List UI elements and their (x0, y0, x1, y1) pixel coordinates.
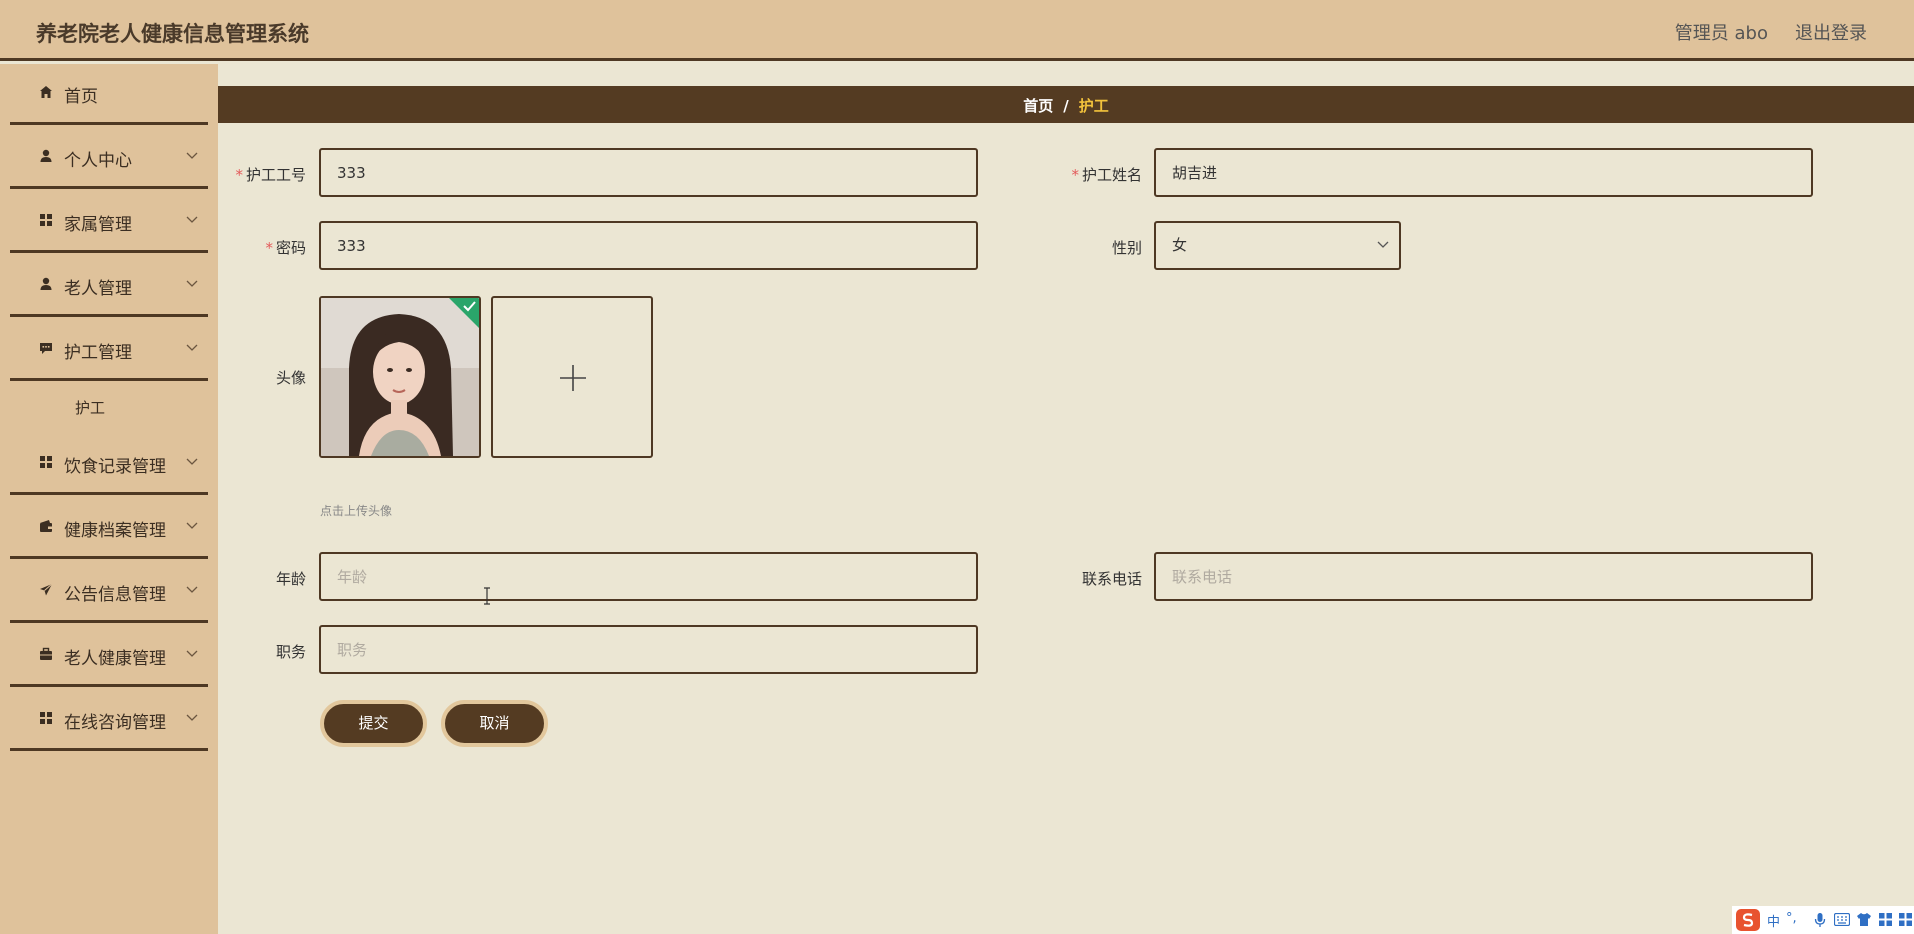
chevron-down-icon (1377, 241, 1389, 248)
sidebar: 首页 个人中心 家属管理 老人管理 护工管理 护工 饮食记录管理 健康档案管理 … (0, 64, 218, 934)
sidebar-item-health-records[interactable]: 健康档案管理 (10, 498, 208, 559)
sidebar-item-label: 老人管理 (64, 279, 132, 299)
chat-icon (40, 343, 52, 354)
avatar-thumbnail[interactable] (319, 296, 481, 458)
grid-icon (40, 456, 52, 468)
worker-name-label: * 护工姓名 (1071, 166, 1142, 184)
sidebar-item-label: 护工管理 (64, 343, 132, 363)
sidebar-item-diet-records[interactable]: 饮食记录管理 (10, 434, 208, 495)
gender-selected-value: 女 (1172, 236, 1188, 254)
avatar-upload-button[interactable] (491, 296, 653, 458)
send-icon (40, 583, 53, 596)
logout-link[interactable]: 退出登录 (1795, 19, 1867, 45)
ime-punctuation[interactable]: °, (1786, 911, 1797, 926)
required-mark: * (235, 166, 243, 184)
worker-no-label: * 护工工号 (235, 166, 306, 184)
plus-icon (560, 365, 586, 391)
gender-select[interactable]: 女 (1154, 221, 1401, 270)
worker-name-input[interactable] (1154, 148, 1813, 197)
sidebar-item-label: 老人健康管理 (64, 649, 166, 669)
required-mark: * (265, 239, 273, 257)
chevron-down-icon (186, 586, 198, 593)
chevron-down-icon (186, 280, 198, 287)
briefcase-icon (40, 647, 52, 660)
grid-icon (40, 712, 52, 724)
chevron-down-icon (186, 522, 198, 529)
keyboard-icon[interactable] (1834, 913, 1850, 926)
ime-language[interactable]: 中 (1767, 911, 1780, 930)
position-label: 职务 (275, 643, 306, 661)
grid-icon (40, 214, 52, 226)
chevron-down-icon (186, 344, 198, 351)
sidebar-item-elderly[interactable]: 老人管理 (10, 256, 208, 317)
breadcrumb: 首页 / 护工 (218, 86, 1914, 123)
sidebar-item-family[interactable]: 家属管理 (10, 192, 208, 253)
current-user-label: 管理员 abo (1674, 23, 1768, 44)
breadcrumb-separator: / (1063, 97, 1069, 115)
sidebar-item-personal-center[interactable]: 个人中心 (10, 128, 208, 189)
position-input[interactable] (319, 625, 978, 674)
sidebar-item-online-consult[interactable]: 在线咨询管理 (10, 690, 208, 751)
sidebar-item-home[interactable]: 首页 (10, 64, 208, 125)
avatar-upload-hint: 点击上传头像 (320, 504, 393, 518)
sidebar-item-label: 公告信息管理 (64, 585, 166, 605)
submit-button[interactable]: 提交 (320, 700, 427, 747)
avatar-label: 头像 (275, 369, 306, 387)
toolbox-grid-icon[interactable] (1878, 912, 1893, 927)
app-title: 养老院老人健康信息管理系统 (36, 22, 309, 46)
sidebar-item-label: 首页 (64, 87, 98, 107)
breadcrumb-home[interactable]: 首页 (1023, 97, 1053, 115)
skin-shirt-icon[interactable] (1856, 912, 1872, 927)
gender-label: 性别 (1111, 239, 1142, 257)
age-label: 年龄 (275, 570, 306, 588)
windows-icon[interactable] (1898, 912, 1913, 927)
sidebar-item-elderly-health[interactable]: 老人健康管理 (10, 626, 208, 687)
sidebar-item-announcements[interactable]: 公告信息管理 (10, 562, 208, 623)
breadcrumb-current: 护工 (1078, 97, 1109, 115)
user-icon (40, 277, 52, 290)
ime-toolbar: 中 °, (1732, 906, 1914, 934)
sidebar-item-label: 个人中心 (64, 151, 132, 171)
sogou-logo-icon[interactable] (1736, 909, 1760, 931)
password-input[interactable] (319, 221, 978, 270)
upload-success-check-icon (449, 298, 479, 328)
microphone-icon[interactable] (1814, 912, 1826, 928)
required-mark: * (1071, 166, 1079, 184)
phone-input[interactable] (1154, 552, 1813, 601)
chevron-down-icon (186, 152, 198, 159)
wallet-icon (40, 520, 52, 532)
user-icon (40, 149, 52, 162)
chevron-down-icon (186, 650, 198, 657)
sidebar-item-label: 在线咨询管理 (64, 713, 166, 733)
sidebar-item-label: 家属管理 (64, 215, 132, 235)
sidebar-item-label: 饮食记录管理 (64, 457, 166, 477)
sidebar-subitem-caregiver[interactable]: 护工 (75, 397, 105, 418)
password-label: * 密码 (265, 239, 306, 257)
sidebar-item-label: 健康档案管理 (64, 521, 166, 541)
chevron-down-icon (186, 458, 198, 465)
age-input[interactable] (319, 552, 978, 601)
home-icon (40, 86, 52, 98)
worker-no-input[interactable] (319, 148, 978, 197)
phone-label: 联系电话 (1081, 570, 1142, 588)
cancel-button[interactable]: 取消 (441, 700, 548, 747)
top-header: 养老院老人健康信息管理系统 管理员 abo 退出登录 (0, 0, 1914, 61)
sidebar-item-caregiver[interactable]: 护工管理 (10, 320, 208, 381)
chevron-down-icon (186, 714, 198, 721)
text-cursor-icon (484, 587, 490, 605)
chevron-down-icon (186, 216, 198, 223)
